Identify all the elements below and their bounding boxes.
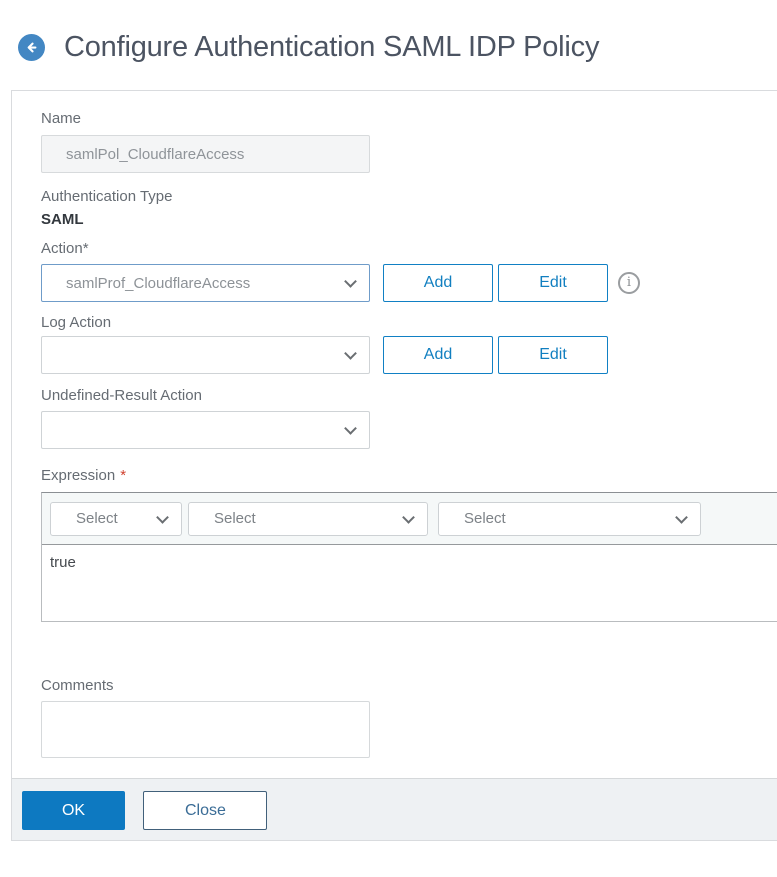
expression-label-text: Expression bbox=[41, 467, 116, 484]
expression-select-3[interactable]: Select bbox=[438, 501, 701, 536]
chevron-down-icon bbox=[675, 510, 688, 524]
form-content: Name Authentication Type SAML Action* sa… bbox=[12, 110, 777, 758]
required-asterisk: * bbox=[120, 467, 127, 484]
log-action-edit-button[interactable]: Edit bbox=[498, 336, 608, 374]
action-select-value: samlProf_CloudflareAccess bbox=[66, 274, 251, 292]
close-button[interactable]: Close bbox=[143, 791, 268, 830]
chevron-down-icon bbox=[156, 510, 169, 524]
expression-select-3-value: Select bbox=[464, 510, 506, 527]
undefined-result-action-label: Undefined-Result Action bbox=[41, 387, 202, 404]
expression-editor: Select Select Select true bbox=[41, 492, 777, 622]
page-title: Configure Authentication SAML IDP Policy bbox=[64, 30, 600, 63]
expression-select-2[interactable]: Select bbox=[188, 501, 428, 536]
expression-select-1-value: Select bbox=[76, 510, 118, 527]
expression-textarea[interactable]: true bbox=[42, 545, 777, 621]
log-action-label: Log Action bbox=[41, 314, 112, 331]
authentication-type-value: SAML bbox=[41, 211, 84, 228]
action-row: samlProf_CloudflareAccess Add Edit i bbox=[41, 264, 777, 302]
form-panel: Name Authentication Type SAML Action* sa… bbox=[11, 90, 777, 841]
chevron-down-icon bbox=[344, 275, 357, 288]
expression-select-2-value: Select bbox=[214, 510, 256, 527]
log-action-add-button[interactable]: Add bbox=[383, 336, 493, 374]
undefined-result-action-row bbox=[41, 411, 777, 449]
page-header: Configure Authentication SAML IDP Policy bbox=[0, 0, 777, 94]
action-select[interactable]: samlProf_CloudflareAccess bbox=[41, 264, 370, 302]
chevron-down-icon bbox=[402, 510, 415, 524]
action-edit-button[interactable]: Edit bbox=[498, 264, 608, 302]
chevron-down-icon bbox=[344, 422, 357, 435]
name-label: Name bbox=[41, 110, 82, 127]
undefined-result-action-select[interactable] bbox=[41, 411, 370, 449]
comments-label: Comments bbox=[41, 677, 114, 694]
action-add-button[interactable]: Add bbox=[383, 264, 493, 302]
name-input[interactable] bbox=[41, 135, 370, 173]
expression-select-1[interactable]: Select bbox=[50, 501, 182, 536]
expression-toolbar: Select Select Select bbox=[42, 493, 777, 545]
footer-bar: OK Close bbox=[12, 778, 777, 840]
chevron-down-icon bbox=[344, 347, 357, 360]
comments-textarea[interactable] bbox=[41, 701, 370, 758]
ok-button[interactable]: OK bbox=[22, 791, 125, 830]
log-action-select[interactable] bbox=[41, 336, 370, 374]
authentication-type-label: Authentication Type bbox=[41, 188, 173, 205]
action-label: Action* bbox=[41, 240, 89, 257]
expression-label: Expression * bbox=[41, 467, 777, 484]
back-arrow-icon bbox=[27, 42, 37, 52]
log-action-row: Add Edit bbox=[41, 336, 777, 374]
info-icon[interactable]: i bbox=[618, 272, 640, 294]
back-button[interactable] bbox=[18, 33, 45, 61]
